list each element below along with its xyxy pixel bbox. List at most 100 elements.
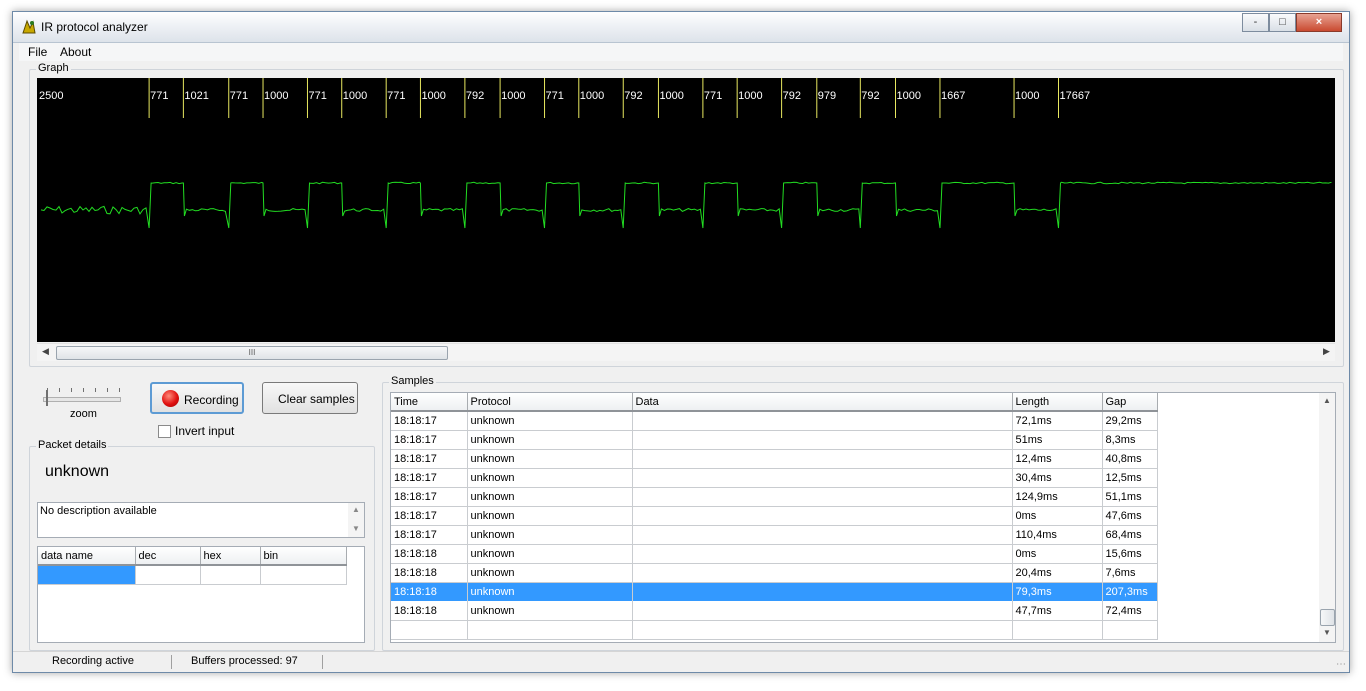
sample-row[interactable]: 18:18:18 unknown 0ms 15,6ms (391, 544, 1158, 564)
cell-data[interactable] (632, 601, 1013, 621)
cell-gap[interactable]: 12,5ms (1102, 468, 1158, 488)
sample-row[interactable]: 18:18:17 unknown 72,1ms 29,2ms (391, 411, 1158, 431)
cell-data-name[interactable] (38, 565, 136, 585)
cell-data[interactable] (632, 506, 1013, 526)
cell-gap[interactable]: 7,6ms (1102, 563, 1158, 583)
cell-protocol[interactable]: unknown (467, 411, 633, 431)
cell-length[interactable]: 30,4ms (1012, 468, 1103, 488)
sample-row[interactable]: 18:18:18 unknown 20,4ms 7,6ms (391, 563, 1158, 583)
cell-data[interactable] (632, 430, 1013, 450)
empty-cell[interactable] (1012, 620, 1103, 640)
signal-graph[interactable]: 2500 771 1021 771 1000 771 1000 771 1000 792 1000 7… (37, 78, 1335, 342)
col-hex[interactable]: hex (200, 547, 261, 566)
description-box[interactable]: No description available ▲ ▼ (37, 502, 365, 538)
col-time[interactable]: Time (391, 393, 468, 412)
scroll-thumb[interactable]: III (56, 346, 448, 360)
cell-bin[interactable] (260, 565, 347, 585)
cell-protocol[interactable]: unknown (467, 506, 633, 526)
col-bin[interactable]: bin (260, 547, 347, 566)
col-dec[interactable]: dec (135, 547, 201, 566)
samples-scrollbar[interactable]: ▲ ▼ (1319, 393, 1335, 642)
cell-length[interactable]: 51ms (1012, 430, 1103, 450)
title-bar[interactable]: IR protocol analyzer - □ × (13, 12, 1349, 43)
sample-row[interactable]: 18:18:17 unknown 30,4ms 12,5ms (391, 468, 1158, 488)
menu-file[interactable]: File (28, 45, 47, 59)
cell-time[interactable]: 18:18:18 (391, 544, 468, 564)
empty-row[interactable] (391, 620, 1158, 640)
scroll-left-icon[interactable]: ◀ (42, 346, 49, 357)
cell-data[interactable] (632, 411, 1013, 431)
cell-time[interactable]: 18:18:17 (391, 430, 468, 450)
zoom-slider[interactable] (43, 384, 121, 406)
scroll-down-icon[interactable]: ▼ (352, 524, 360, 533)
samples-scroll-thumb[interactable] (1320, 609, 1335, 626)
cell-gap[interactable]: 207,3ms (1102, 582, 1158, 602)
sample-row[interactable]: 18:18:18 unknown 79,3ms 207,3ms (391, 582, 1158, 602)
cell-protocol[interactable]: unknown (467, 525, 633, 545)
col-gap[interactable]: Gap (1102, 393, 1158, 412)
cell-protocol[interactable]: unknown (467, 468, 633, 488)
cell-data[interactable] (632, 468, 1013, 488)
cell-time[interactable]: 18:18:17 (391, 525, 468, 545)
cell-length[interactable]: 0ms (1012, 544, 1103, 564)
cell-dec[interactable] (135, 565, 201, 585)
cell-data[interactable] (632, 487, 1013, 507)
empty-cell[interactable] (467, 620, 633, 640)
cell-gap[interactable]: 68,4ms (1102, 525, 1158, 545)
cell-protocol[interactable]: unknown (467, 582, 633, 602)
invert-input-checkbox[interactable] (158, 425, 171, 438)
cell-length[interactable]: 47,7ms (1012, 601, 1103, 621)
cell-gap[interactable]: 8,3ms (1102, 430, 1158, 450)
cell-time[interactable]: 18:18:17 (391, 449, 468, 469)
recording-button[interactable]: Recording (150, 382, 244, 414)
clear-samples-button[interactable]: Clear samples (262, 382, 358, 414)
sample-row[interactable]: 18:18:17 unknown 51ms 8,3ms (391, 430, 1158, 450)
empty-cell[interactable] (632, 620, 1013, 640)
scroll-up-icon[interactable]: ▲ (1323, 396, 1331, 405)
cell-time[interactable]: 18:18:18 (391, 582, 468, 602)
sample-row[interactable]: 18:18:17 unknown 124,9ms 51,1ms (391, 487, 1158, 507)
scroll-up-icon[interactable]: ▲ (352, 505, 360, 514)
sample-row[interactable]: 18:18:17 unknown 0ms 47,6ms (391, 506, 1158, 526)
sample-row[interactable]: 18:18:18 unknown 47,7ms 72,4ms (391, 601, 1158, 621)
zoom-thumb[interactable] (46, 390, 48, 406)
maximize-button[interactable]: □ (1269, 13, 1296, 32)
cell-protocol[interactable]: unknown (467, 563, 633, 583)
col-protocol[interactable]: Protocol (467, 393, 633, 412)
cell-time[interactable]: 18:18:18 (391, 563, 468, 583)
resize-grip-icon[interactable]: ⋯ (1336, 659, 1346, 670)
col-length[interactable]: Length (1012, 393, 1103, 412)
packet-data-grid[interactable]: data name dec hex bin (37, 546, 365, 643)
description-scrollbar[interactable]: ▲ ▼ (348, 503, 364, 537)
cell-protocol[interactable]: unknown (467, 430, 633, 450)
cell-data[interactable] (632, 582, 1013, 602)
menu-about[interactable]: About (60, 45, 91, 59)
col-data[interactable]: Data (632, 393, 1013, 412)
cell-data[interactable] (632, 563, 1013, 583)
cell-protocol[interactable]: unknown (467, 449, 633, 469)
cell-length[interactable]: 124,9ms (1012, 487, 1103, 507)
close-button[interactable]: × (1296, 13, 1342, 32)
cell-time[interactable]: 18:18:17 (391, 506, 468, 526)
cell-hex[interactable] (200, 565, 261, 585)
cell-time[interactable]: 18:18:17 (391, 411, 468, 431)
cell-protocol[interactable]: unknown (467, 544, 633, 564)
scroll-down-icon[interactable]: ▼ (1323, 628, 1331, 637)
scroll-right-icon[interactable]: ▶ (1323, 346, 1330, 357)
cell-data[interactable] (632, 525, 1013, 545)
sample-row[interactable]: 18:18:17 unknown 12,4ms 40,8ms (391, 449, 1158, 469)
empty-cell[interactable] (391, 620, 468, 640)
cell-gap[interactable]: 40,8ms (1102, 449, 1158, 469)
cell-gap[interactable]: 15,6ms (1102, 544, 1158, 564)
packet-data-row[interactable] (38, 565, 347, 585)
minimize-button[interactable]: - (1242, 13, 1269, 32)
cell-length[interactable]: 79,3ms (1012, 582, 1103, 602)
cell-gap[interactable]: 47,6ms (1102, 506, 1158, 526)
cell-time[interactable]: 18:18:18 (391, 601, 468, 621)
cell-length[interactable]: 72,1ms (1012, 411, 1103, 431)
cell-time[interactable]: 18:18:17 (391, 487, 468, 507)
cell-gap[interactable]: 51,1ms (1102, 487, 1158, 507)
cell-length[interactable]: 0ms (1012, 506, 1103, 526)
cell-gap[interactable]: 29,2ms (1102, 411, 1158, 431)
samples-list[interactable]: Time Protocol Data Length Gap 18:18:17 un… (390, 392, 1336, 643)
